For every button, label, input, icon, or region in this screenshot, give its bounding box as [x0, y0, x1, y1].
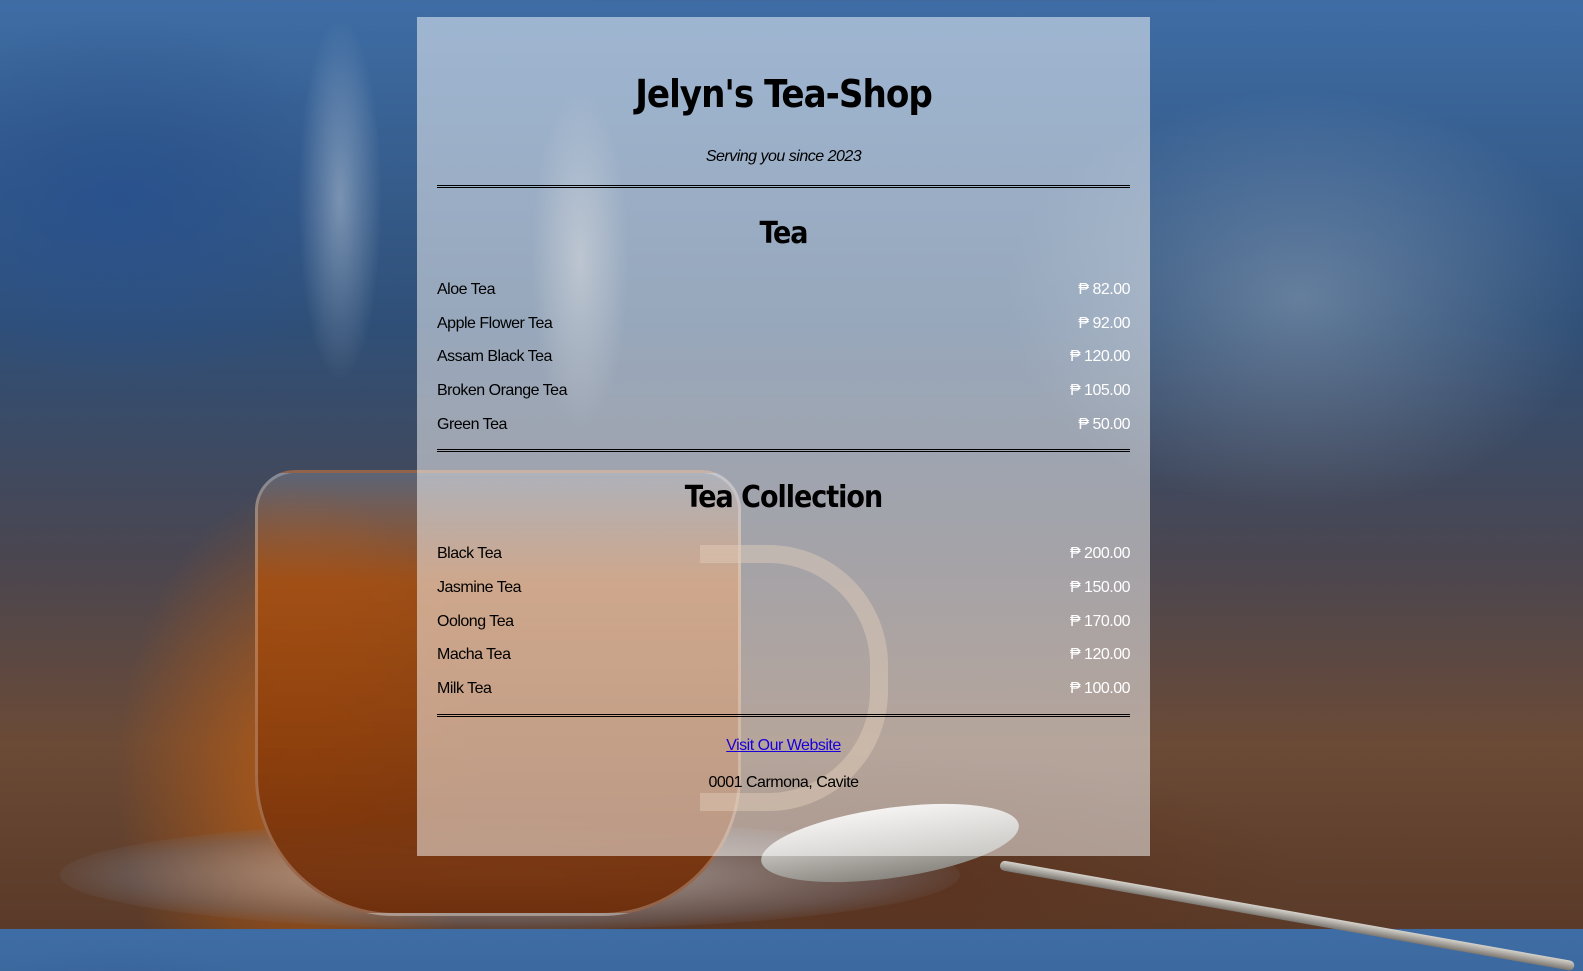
item-price: ₱ 50.00: [1078, 415, 1130, 433]
item-price: ₱ 82.00: [1078, 280, 1130, 298]
item-name: Aloe Tea: [437, 280, 495, 298]
divider: [437, 449, 1130, 453]
section-tea-collection: Tea Collection Black Tea ₱ 200.00 Jasmin…: [437, 480, 1131, 706]
menu-item: Green Tea ₱ 50.00: [437, 408, 1130, 442]
menu-item: Broken Orange Tea ₱ 105.00: [437, 374, 1131, 408]
item-name: Green Tea: [437, 415, 507, 433]
menu-item: Jasmine Tea ₱ 150.00: [437, 571, 1131, 605]
spoon-handle-graphic: [999, 860, 1576, 971]
divider: [437, 185, 1130, 188]
menu-item: Assam Black Tea ₱ 120.00: [437, 340, 1131, 374]
section-tea: Tea Aloe Tea ₱ 82.00 Apple Flower Tea ₱ …: [437, 216, 1131, 442]
menu-item: Aloe Tea ₱ 82.00: [437, 273, 1130, 307]
item-name: Macha Tea: [437, 646, 511, 664]
menu-item: Milk Tea ₱ 100.00: [437, 672, 1131, 706]
item-price: ₱ 120.00: [1069, 348, 1131, 366]
menu-item: Macha Tea ₱ 120.00: [437, 639, 1131, 673]
item-price: ₱ 120.00: [1069, 646, 1131, 664]
item-name: Assam Black Tea: [437, 348, 552, 366]
section-title: Tea Collection: [684, 480, 883, 516]
item-price: ₱ 150.00: [1069, 578, 1131, 596]
menu-item: Apple Flower Tea ₱ 92.00: [437, 307, 1130, 341]
visit-website-link[interactable]: Visit Our Website: [437, 737, 1130, 755]
item-name: Broken Orange Tea: [437, 381, 567, 399]
menu-footer: Visit Our Website 0001 Carmona, Cavite: [437, 737, 1130, 792]
menu-item: Black Tea ₱ 200.00: [437, 537, 1131, 571]
address-text: 0001 Carmona, Cavite: [708, 773, 859, 791]
item-name: Jasmine Tea: [437, 578, 522, 596]
item-price: ₱ 100.00: [1069, 680, 1131, 698]
section-title: Tea: [759, 216, 809, 251]
menu-list: Aloe Tea ₱ 82.00 Apple Flower Tea ₱ 92.0…: [437, 273, 1131, 442]
page-title: Jelyn's Tea-Shop: [635, 72, 933, 116]
menu-panel: Jelyn's Tea-Shop Serving you since 2023 …: [417, 17, 1150, 856]
menu-item: Oolong Tea ₱ 170.00: [437, 605, 1131, 639]
item-price: ₱ 200.00: [1069, 545, 1131, 563]
item-price: ₱ 92.00: [1078, 314, 1130, 332]
divider: [437, 713, 1130, 717]
page-subtitle: Serving you since 2023: [705, 148, 862, 165]
item-name: Milk Tea: [437, 680, 492, 698]
menu-list: Black Tea ₱ 200.00 Jasmine Tea ₱ 150.00 …: [437, 537, 1131, 706]
item-name: Apple Flower Tea: [437, 314, 553, 332]
item-name: Black Tea: [437, 545, 502, 563]
item-price: ₱ 105.00: [1069, 381, 1131, 399]
item-price: ₱ 170.00: [1069, 612, 1131, 630]
item-name: Oolong Tea: [437, 612, 514, 630]
